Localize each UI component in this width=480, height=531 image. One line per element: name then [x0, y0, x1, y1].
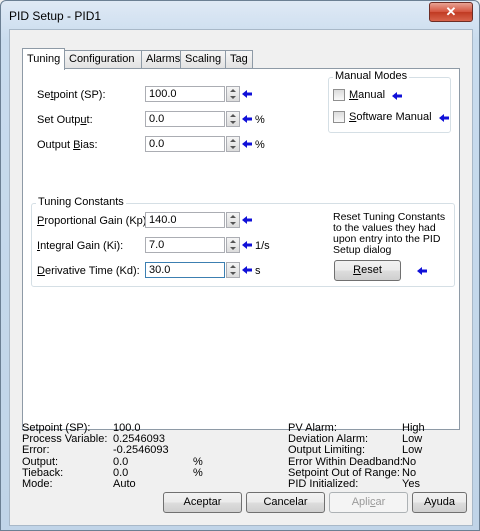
software-manual-arrow-icon — [439, 114, 449, 122]
spin-up-icon — [230, 240, 236, 243]
kd-spinner[interactable] — [226, 262, 240, 278]
kd-input[interactable]: 30.0 — [145, 262, 225, 278]
manual-checkbox[interactable] — [333, 89, 345, 101]
output-bias-label: Output Bias: — [37, 139, 98, 151]
software-manual-checkbox[interactable] — [333, 111, 345, 123]
spin-up-icon — [230, 139, 236, 142]
spin-down-icon — [230, 96, 236, 99]
kp-spinner[interactable] — [226, 212, 240, 228]
status-label: Mode: — [22, 478, 53, 490]
tab-label: Tuning — [27, 53, 61, 65]
kp-label: Proportional Gain (Kp): — [37, 215, 150, 227]
set-output-unit: % — [255, 114, 265, 126]
spin-down-icon — [230, 121, 236, 124]
help-button[interactable]: Ayuda — [412, 492, 467, 513]
manual-modes-group — [328, 77, 451, 133]
dialog-client-area: Tuning Configuration Alarms Scaling Tag … — [9, 29, 473, 526]
spin-down-icon — [230, 247, 236, 250]
set-output-label: Set Output: — [37, 114, 93, 126]
kd-arrow-icon — [242, 266, 252, 274]
kp-arrow-icon — [242, 216, 252, 224]
output-bias-unit: % — [255, 139, 265, 151]
accept-button[interactable]: Aceptar — [163, 492, 242, 513]
spin-up-icon — [230, 215, 236, 218]
ki-label: Integral Gain (Ki): — [37, 240, 124, 252]
title-bar[interactable]: PID Setup - PID1 ✕ — [1, 1, 479, 29]
reset-note: Reset Tuning Constants to the values the… — [333, 211, 446, 256]
kp-input[interactable]: 140.0 — [145, 212, 225, 228]
tab-label: Scaling — [185, 53, 222, 65]
output-bias-input[interactable]: 0.0 — [145, 136, 225, 152]
kd-label: Derivative Time (Kd): — [37, 265, 140, 277]
setpoint-spinner[interactable] — [226, 86, 240, 102]
tuning-constants-title: Tuning Constants — [36, 196, 126, 208]
tab-tag[interactable]: Tag — [225, 50, 253, 68]
close-icon: ✕ — [445, 4, 457, 19]
set-output-input[interactable]: 0.0 — [145, 111, 225, 127]
spin-up-icon — [230, 265, 236, 268]
tab-label: Tag — [230, 53, 248, 65]
tab-configuration[interactable]: Configuration — [64, 50, 142, 68]
spin-down-icon — [230, 272, 236, 275]
manual-modes-title: Manual Modes — [333, 70, 410, 82]
status-value: Yes — [402, 478, 420, 490]
cancel-button[interactable]: Cancelar — [246, 492, 325, 513]
tuning-panel: Setpoint (SP): 100.0 Set Output: 0.0 % O… — [22, 68, 460, 430]
status-label: Output Limiting: — [288, 444, 366, 456]
reset-button[interactable]: Reset — [334, 260, 401, 281]
setpoint-input[interactable]: 100.0 — [145, 86, 225, 102]
apply-button[interactable]: Aplicar — [329, 492, 408, 513]
set-output-spinner[interactable] — [226, 111, 240, 127]
status-value: Low — [402, 444, 423, 456]
tab-alarms[interactable]: Alarms — [141, 50, 181, 68]
ki-input[interactable]: 7.0 — [145, 237, 225, 253]
close-button[interactable]: ✕ — [429, 2, 473, 22]
ki-spinner[interactable] — [226, 237, 240, 253]
ki-arrow-icon — [242, 241, 252, 249]
pid-setup-window: PID Setup - PID1 ✕ Tuning Configuration … — [0, 0, 480, 531]
spin-down-icon — [230, 222, 236, 225]
ki-unit: 1/s — [255, 240, 270, 252]
spin-up-icon — [230, 89, 236, 92]
window-title: PID Setup - PID1 — [9, 9, 102, 23]
spin-up-icon — [230, 114, 236, 117]
tab-label: Configuration — [69, 53, 135, 65]
manual-label[interactable]: Manual — [349, 89, 385, 101]
manual-arrow-icon — [392, 92, 402, 100]
tab-tuning[interactable]: Tuning — [22, 48, 65, 70]
status-value: -0.2546093 — [113, 444, 169, 456]
set-output-arrow-icon — [242, 115, 252, 123]
status-label: PID Initialized: — [288, 478, 359, 490]
spin-down-icon — [230, 146, 236, 149]
status-label: Error: — [22, 444, 50, 456]
output-bias-spinner[interactable] — [226, 136, 240, 152]
status-value: Auto — [113, 478, 136, 490]
tab-scaling[interactable]: Scaling — [180, 50, 226, 68]
output-bias-arrow-icon — [242, 140, 252, 148]
tab-label: Alarms — [146, 53, 181, 65]
reset-arrow-icon — [417, 267, 427, 275]
setpoint-label: Setpoint (SP): — [37, 89, 106, 101]
setpoint-arrow-icon — [242, 90, 252, 98]
kd-unit: s — [255, 265, 261, 277]
status-unit: % — [193, 467, 203, 479]
software-manual-label[interactable]: Software Manual — [349, 111, 432, 123]
